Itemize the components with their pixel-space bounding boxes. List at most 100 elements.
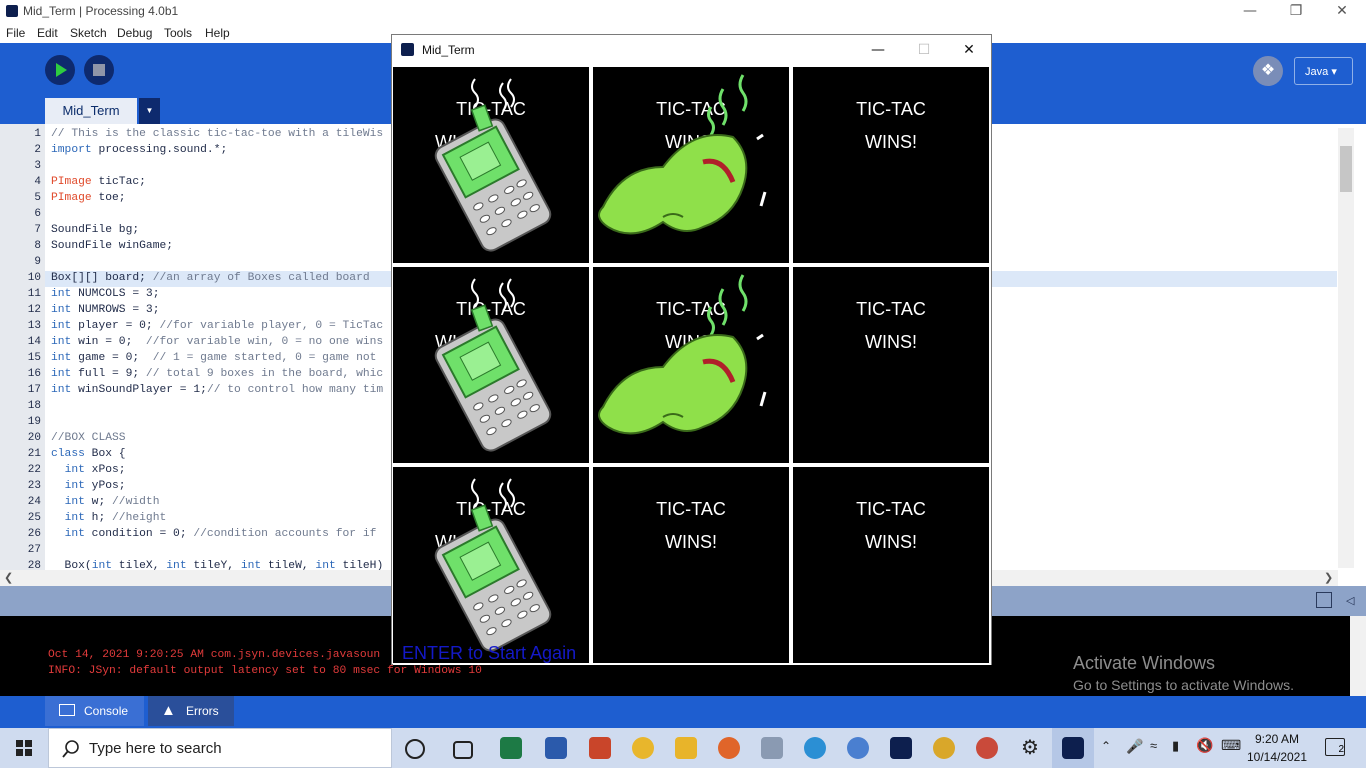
- microphone-icon[interactable]: 🎤: [1126, 738, 1143, 755]
- powerpoint-icon[interactable]: [589, 737, 611, 759]
- board-cell[interactable]: TIC-TACWINS!: [793, 267, 989, 463]
- board-cell[interactable]: TIC-TACWINS!: [793, 67, 989, 263]
- cell-text-line2: WINS!: [865, 132, 917, 152]
- tab-console[interactable]: Console: [45, 696, 144, 726]
- close-button[interactable]: ✕: [1319, 0, 1365, 23]
- scroll-left-icon[interactable]: ❮: [4, 571, 13, 584]
- tab-console-label: Console: [84, 704, 129, 718]
- scrollbar-thumb[interactable]: [1340, 146, 1352, 192]
- line-number: 23: [27, 480, 41, 492]
- edge-icon[interactable]: [804, 737, 826, 759]
- line-number: 17: [27, 384, 41, 396]
- menu-debug[interactable]: Debug: [117, 26, 152, 40]
- notifications-icon[interactable]: 2: [1325, 738, 1345, 756]
- warning-icon: ▲: [161, 702, 176, 719]
- board-cell[interactable]: TIC-TAC WI: [393, 67, 589, 263]
- code-line: SoundFile bg;: [51, 224, 140, 236]
- sketch-titlebar: Mid_Term — ☐ ✕: [392, 35, 991, 66]
- stop-icon: [93, 64, 105, 76]
- line-number: 1: [34, 128, 41, 140]
- volume-muted-icon[interactable]: 🔇: [1196, 737, 1213, 754]
- battery-icon[interactable]: ▮: [1172, 738, 1179, 754]
- minimize-button[interactable]: —: [1227, 0, 1273, 23]
- word-icon[interactable]: [545, 737, 567, 759]
- board-cell[interactable]: TIC-TACWINS!: [593, 467, 789, 663]
- processing-sketch-taskbar-icon[interactable]: [1062, 737, 1084, 759]
- code-line: int winSoundPlayer = 1;// to control how…: [51, 384, 384, 396]
- menu-edit[interactable]: Edit: [37, 26, 58, 40]
- line-number: 4: [34, 176, 41, 188]
- restore-button[interactable]: ❐: [1273, 0, 1319, 23]
- line-number: 8: [34, 240, 41, 252]
- tab-mid-term[interactable]: Mid_Term: [45, 98, 137, 124]
- excel-icon[interactable]: [500, 737, 522, 759]
- tab-errors[interactable]: ▲ Errors: [148, 696, 234, 726]
- tab-errors-label: Errors: [186, 704, 219, 718]
- code-line: int h; //height: [64, 512, 167, 524]
- menu-help[interactable]: Help: [205, 26, 230, 40]
- code-line: int w; //width: [64, 496, 160, 508]
- board-cell[interactable]: TIC-TAC WI: [393, 267, 589, 463]
- chrome-profile-icon[interactable]: [847, 737, 869, 759]
- menu-sketch[interactable]: Sketch: [70, 26, 107, 40]
- processing-taskbar-icon[interactable]: [890, 737, 912, 759]
- cortana-icon[interactable]: [405, 739, 425, 759]
- board-cell[interactable]: TIC-TACWINS!: [793, 467, 989, 663]
- search-placeholder: Type here to search: [89, 740, 222, 757]
- firefox-icon[interactable]: [718, 737, 740, 759]
- clock-date[interactable]: 10/14/2021: [1246, 750, 1308, 764]
- line-number: 16: [27, 368, 41, 380]
- sketch-title: Mid_Term: [422, 43, 475, 57]
- cell-text-line1: TIC-TAC: [856, 299, 926, 319]
- chevron-up-icon[interactable]: ⌃: [1101, 739, 1111, 753]
- line-number: 3: [34, 160, 41, 172]
- task-view-icon[interactable]: [453, 741, 473, 759]
- phone-image: [434, 78, 552, 252]
- activate-windows-subtitle: Go to Settings to activate Windows.: [1073, 677, 1294, 693]
- pickle-image: [598, 74, 767, 235]
- editor-vertical-scrollbar[interactable]: [1338, 128, 1354, 568]
- sketch-close-button[interactable]: ✕: [946, 35, 992, 66]
- board-cell[interactable]: TIC-TACWINS!: [593, 67, 789, 263]
- collapse-console-icon[interactable]: ◁: [1346, 594, 1354, 607]
- paint-icon[interactable]: [761, 737, 783, 759]
- board-cell[interactable]: TIC-TAC WI ENTER to Start Again: [393, 467, 589, 663]
- stop-button[interactable]: [84, 55, 114, 85]
- console-icon: [59, 704, 75, 716]
- menu-file[interactable]: File: [6, 26, 25, 40]
- chrome-icon[interactable]: [632, 737, 654, 759]
- clock-time[interactable]: 9:20 AM: [1252, 732, 1302, 746]
- windows-logo-icon: [16, 740, 32, 756]
- start-button[interactable]: [0, 728, 48, 768]
- line-number: 18: [27, 400, 41, 412]
- code-line: int yPos;: [64, 480, 126, 492]
- code-line: class Box {: [51, 448, 126, 460]
- console-scrollbar[interactable]: [1350, 616, 1366, 696]
- run-button[interactable]: [45, 55, 75, 85]
- scroll-right-icon[interactable]: ❯: [1324, 571, 1333, 584]
- pickle-image-wrapper: [593, 67, 789, 263]
- processing-app-icon: [401, 43, 414, 56]
- sketch-minimize-button[interactable]: —: [855, 35, 901, 66]
- file-explorer-icon[interactable]: [675, 737, 697, 759]
- code-line: int condition = 0; //condition accounts …: [64, 528, 377, 540]
- settings-gear-icon[interactable]: ⚙: [1019, 737, 1041, 759]
- tab-menu-button[interactable]: ▼: [139, 98, 160, 124]
- cell-text-line2: WINS!: [665, 532, 717, 552]
- menu-tools[interactable]: Tools: [164, 26, 192, 40]
- wifi-icon[interactable]: ≈: [1150, 738, 1157, 753]
- search-icon: [62, 740, 79, 758]
- taskbar-search[interactable]: Type here to search: [48, 728, 392, 768]
- game-canvas[interactable]: TIC-TACWI TIC-TAC WINS! TIC-TAC WINS! TIC-TAC…: [393, 67, 991, 665]
- pickle-image-wrapper: [593, 267, 789, 463]
- chrome-user2-icon[interactable]: [976, 737, 998, 759]
- keyboard-icon[interactable]: ⌨: [1221, 737, 1241, 754]
- line-number: 14: [27, 336, 41, 348]
- board-cell[interactable]: TIC-TACWINS!: [593, 267, 789, 463]
- copy-console-icon[interactable]: [1316, 592, 1332, 608]
- cell-text-line1: TIC-TAC: [856, 499, 926, 519]
- chevron-down-icon: ▼: [145, 106, 154, 115]
- debugger-button[interactable]: ❖: [1253, 56, 1283, 86]
- chrome-user-icon[interactable]: [933, 737, 955, 759]
- mode-selector[interactable]: Java ▾: [1294, 57, 1353, 85]
